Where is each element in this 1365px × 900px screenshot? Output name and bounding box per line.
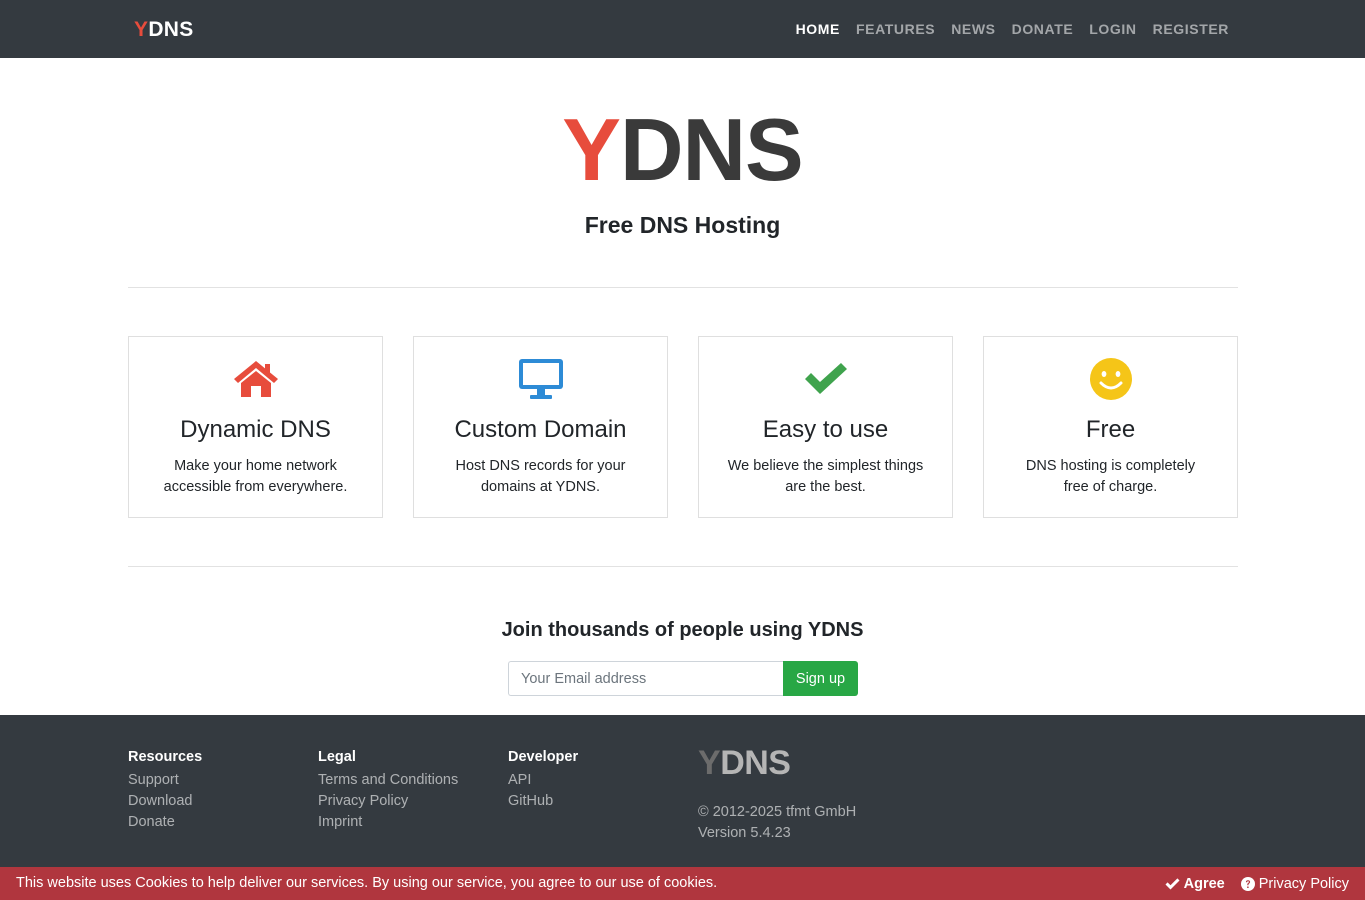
footer-logo-y: Y [698, 744, 721, 782]
feature-cards: Dynamic DNS Make your home network acces… [128, 336, 1238, 518]
hero-title: YDNS [0, 100, 1365, 200]
feature-title: Easy to use [762, 416, 889, 443]
brand-logo-y: Y [134, 18, 149, 41]
top-navbar: YDNS HOME FEATURES NEWS DONATE LOGIN REG… [0, 0, 1365, 58]
site-footer: Resources Support Download Donate Legal … [0, 715, 1365, 867]
signup-title: Join thousands of people using YDNS [501, 619, 864, 641]
nav-register-link[interactable]: REGISTER [1145, 0, 1237, 58]
home-icon [129, 357, 382, 401]
footer-heading: Developer [508, 749, 579, 765]
nav-home-link[interactable]: HOME [788, 0, 848, 58]
footer-link-support[interactable]: Support [128, 770, 202, 791]
footer-heading: Legal [318, 749, 356, 765]
footer-link-privacy[interactable]: Privacy Policy [318, 791, 458, 812]
footer-link-imprint[interactable]: Imprint [318, 812, 458, 833]
footer-link-terms[interactable]: Terms and Conditions [318, 770, 458, 791]
footer-logo-rest: DNS [720, 744, 791, 782]
check-icon [699, 357, 952, 401]
nav-donate-link[interactable]: DONATE [1004, 0, 1082, 58]
footer-link-donate[interactable]: Donate [128, 812, 202, 833]
copyright-text: © 2012-2025 tfmt GmbH [698, 804, 857, 820]
footer-link-api[interactable]: API [508, 770, 578, 791]
brand-logo-rest: DNS [148, 18, 194, 41]
feature-text: Make your home network accessible from e… [163, 458, 348, 495]
footer-column-legal: Legal Terms and Conditions Privacy Polic… [318, 749, 458, 833]
nav-login-link[interactable]: LOGIN [1081, 0, 1144, 58]
nav-news-link[interactable]: NEWS [943, 0, 1003, 58]
feature-card-dynamic-dns: Dynamic DNS Make your home network acces… [128, 336, 383, 518]
footer-column-resources: Resources Support Download Donate [128, 749, 202, 833]
check-icon [1165, 877, 1180, 889]
feature-text: DNS hosting is completely free of charge… [1025, 458, 1196, 495]
question-circle-icon [1240, 876, 1255, 891]
cookie-privacy-label: Privacy Policy [1258, 875, 1349, 892]
cookie-privacy-link[interactable]: Privacy Policy [1240, 875, 1349, 892]
cookie-message: This website uses Cookies to help delive… [16, 875, 718, 891]
hero-subtitle: Free DNS Hosting [584, 212, 781, 238]
cookie-agree-label: Agree [1183, 875, 1225, 892]
divider-top [128, 287, 1238, 288]
cookie-agree-button[interactable]: Agree [1165, 876, 1225, 892]
feature-card-free: Free DNS hosting is completely free of c… [983, 336, 1238, 518]
hero-title-y: Y [562, 100, 621, 199]
footer-heading: Resources [128, 749, 203, 765]
desktop-icon [414, 357, 667, 401]
feature-title: Custom Domain [454, 416, 627, 443]
footer-link-github[interactable]: GitHub [508, 791, 578, 812]
footer-info: © 2012-2025 tfmt GmbH Version 5.4.23 [698, 802, 856, 844]
feature-title: Free [1085, 416, 1136, 443]
footer-column-developer: Developer API GitHub [508, 749, 578, 812]
signup-button[interactable]: Sign up [783, 661, 858, 696]
feature-text: Host DNS records for your domains at YDN… [455, 458, 626, 495]
email-input[interactable] [508, 661, 783, 696]
nav-features-link[interactable]: FEATURES [848, 0, 943, 58]
version-text: Version 5.4.23 [698, 825, 791, 841]
divider-bottom [128, 566, 1238, 567]
cookie-actions: Agree Privacy Policy [1149, 867, 1349, 900]
smile-icon [984, 357, 1237, 401]
feature-card-easy-to-use: Easy to use We believe the simplest thin… [698, 336, 953, 518]
cookie-banner: This website uses Cookies to help delive… [0, 867, 1365, 900]
footer-logo: YDNS [698, 744, 791, 782]
signup-form: Sign up [508, 661, 858, 696]
main-nav: HOME FEATURES NEWS DONATE LOGIN REGISTER [788, 0, 1237, 58]
footer-link-download[interactable]: Download [128, 791, 202, 812]
feature-card-custom-domain: Custom Domain Host DNS records for your … [413, 336, 668, 518]
hero-title-rest: DNS [619, 100, 804, 199]
feature-text: We believe the simplest things are the b… [727, 458, 924, 495]
feature-title: Dynamic DNS [180, 416, 331, 443]
brand-logo[interactable]: YDNS [134, 17, 194, 43]
